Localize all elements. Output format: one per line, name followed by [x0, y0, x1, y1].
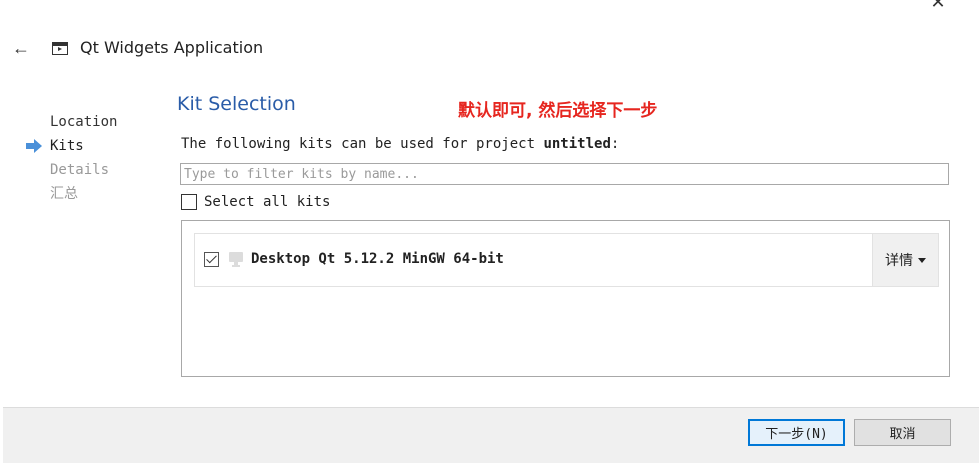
desktop-monitor-icon: [229, 252, 243, 268]
checkbox-box[interactable]: [181, 194, 197, 210]
caret-down-icon: [918, 257, 926, 263]
details-label: 详情: [885, 253, 913, 269]
next-button[interactable]: 下一步(N): [748, 419, 845, 446]
back-arrow-icon[interactable]: ←: [12, 38, 32, 58]
step-label: 汇总: [50, 186, 78, 202]
kits-description: The following kits can be used for proje…: [181, 136, 619, 152]
kit-filter-input[interactable]: [180, 163, 949, 185]
cancel-button[interactable]: 取消: [854, 419, 951, 446]
select-all-kits-checkbox[interactable]: Select all kits: [181, 192, 330, 212]
description-suffix: :: [610, 136, 620, 152]
page-title: Kit Selection: [177, 93, 296, 115]
window-title: Qt Widgets Application: [80, 38, 264, 57]
button-bar: 下一步(N) 取消: [3, 407, 979, 463]
description-prefix: The following kits can be used for proje…: [181, 136, 544, 152]
step-details: Details: [24, 158, 164, 182]
step-label: Details: [50, 162, 110, 178]
wizard-window: ✕ ← Qt Widgets Application Location Kits…: [0, 0, 979, 463]
step-summary: 汇总: [24, 182, 164, 206]
step-label: Kits: [50, 138, 84, 154]
title-bar: ← Qt Widgets Application: [0, 30, 600, 70]
close-icon[interactable]: ✕: [928, 0, 948, 11]
step-location: Location: [24, 110, 164, 134]
step-label: Location: [50, 114, 118, 130]
kit-name: Desktop Qt 5.12.2 MinGW 64-bit: [251, 251, 504, 267]
kits-list: Desktop Qt 5.12.2 MinGW 64-bit 详情: [181, 220, 950, 377]
current-step-arrow-icon: [26, 139, 42, 153]
annotation-note: 默认即可, 然后选择下一步: [458, 101, 658, 121]
application-window-icon: [52, 42, 68, 55]
select-all-label: Select all kits: [204, 194, 331, 210]
step-kits: Kits: [24, 134, 164, 158]
kit-checkbox[interactable]: [204, 252, 219, 267]
kit-item: Desktop Qt 5.12.2 MinGW 64-bit 详情: [194, 233, 939, 287]
wizard-steps: Location Kits Details 汇总: [24, 110, 164, 206]
kit-details-button[interactable]: 详情: [872, 234, 938, 286]
project-name: untitled: [543, 136, 611, 152]
